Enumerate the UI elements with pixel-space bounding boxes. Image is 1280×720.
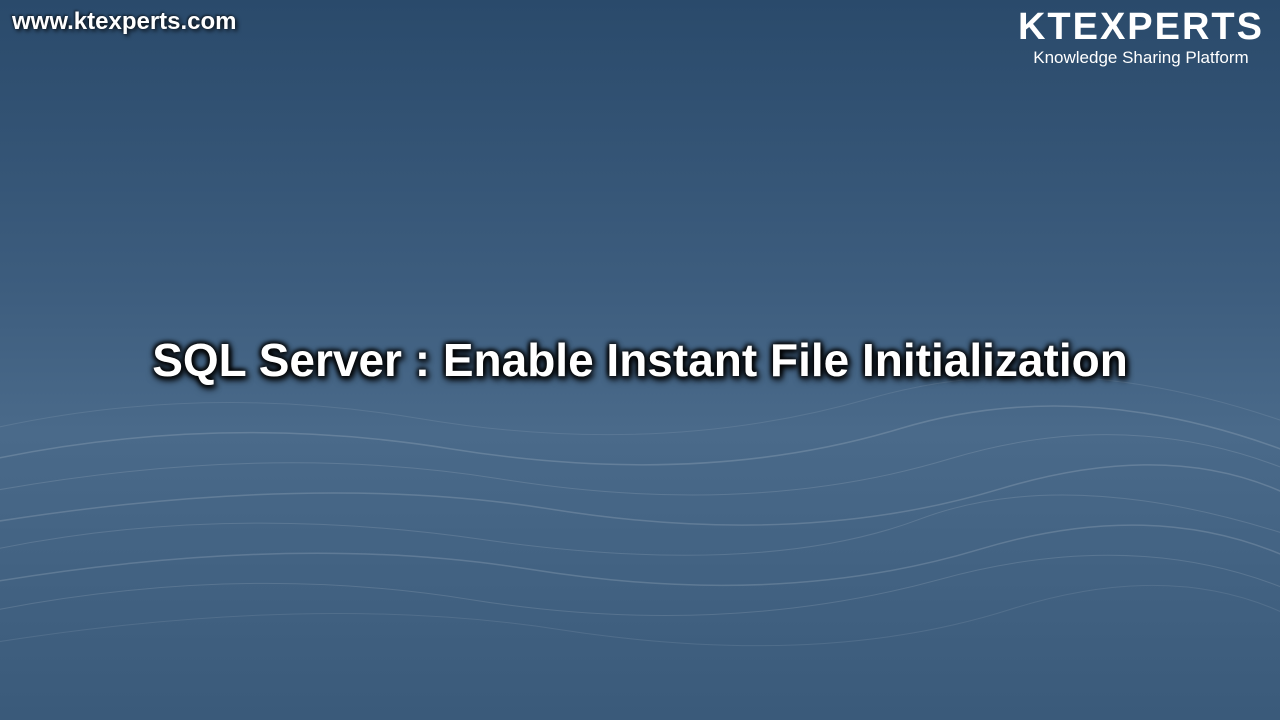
brand-tagline: Knowledge Sharing Platform — [1018, 48, 1264, 68]
brand-name: KTEXPERTS — [1018, 8, 1264, 46]
brand-container: KTEXPERTS Knowledge Sharing Platform — [1018, 8, 1264, 68]
main-title: SQL Server : Enable Instant File Initial… — [152, 333, 1128, 387]
website-url: www.ktexperts.com — [12, 8, 237, 36]
